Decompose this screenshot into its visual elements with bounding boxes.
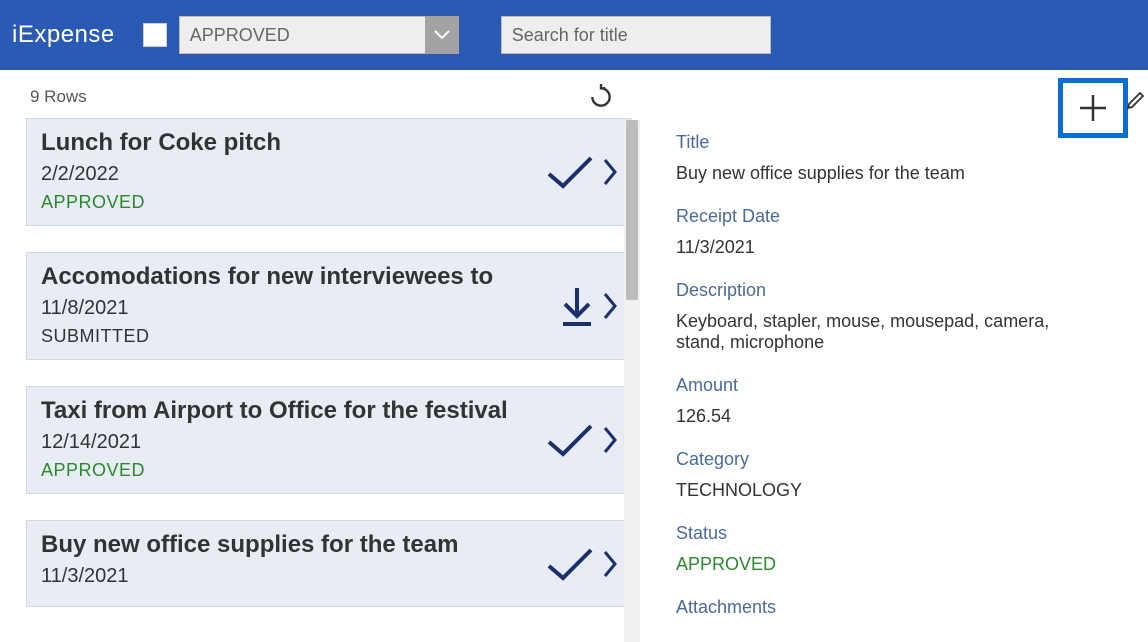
add-button[interactable] bbox=[1058, 78, 1128, 138]
expense-row[interactable]: Lunch for Coke pitch 2/2/2022 APPROVED bbox=[26, 118, 632, 226]
refresh-icon[interactable] bbox=[588, 84, 614, 110]
expense-row-date: 12/14/2021 bbox=[41, 431, 617, 454]
chevron-down-icon[interactable] bbox=[425, 16, 459, 54]
chevron-right-icon[interactable] bbox=[601, 286, 621, 326]
detail-body: Title Buy new office supplies for the te… bbox=[676, 70, 1128, 618]
approved-filter-checkbox[interactable] bbox=[143, 23, 167, 47]
expense-list: Lunch for Coke pitch 2/2/2022 APPROVED A… bbox=[0, 118, 640, 607]
expense-row-title: Taxi from Airport to Office for the fest… bbox=[41, 397, 617, 425]
expense-row[interactable]: Accomodations for new interviewees to 11… bbox=[26, 252, 632, 360]
expense-list-pane: 9 Rows Lunch for Coke pitch 2/2/2022 APP… bbox=[0, 70, 640, 642]
field-value-category: TECHNOLOGY bbox=[676, 480, 1056, 501]
expense-row-date: 11/3/2021 bbox=[41, 565, 617, 588]
field-label-receipt-date: Receipt Date bbox=[676, 206, 1128, 227]
chevron-right-icon[interactable] bbox=[601, 152, 621, 192]
field-label-attachments: Attachments bbox=[676, 597, 1128, 618]
expense-row-actions bbox=[543, 152, 621, 192]
field-label-description: Description bbox=[676, 280, 1128, 301]
app-header: iExpense APPROVED bbox=[0, 0, 1148, 70]
expense-row-title: Accomodations for new interviewees to bbox=[41, 263, 617, 291]
check-icon bbox=[543, 420, 597, 460]
download-icon bbox=[557, 284, 597, 328]
expense-row-actions bbox=[543, 420, 621, 460]
field-value-title: Buy new office supplies for the team bbox=[676, 163, 1056, 184]
expense-row-title: Lunch for Coke pitch bbox=[41, 129, 617, 157]
expense-row[interactable]: Taxi from Airport to Office for the fest… bbox=[26, 386, 632, 494]
expense-row-status: SUBMITTED bbox=[41, 326, 617, 347]
expense-row-date: 11/8/2021 bbox=[41, 297, 617, 320]
check-icon bbox=[543, 152, 597, 192]
expense-row-date: 2/2/2022 bbox=[41, 163, 617, 186]
plus-icon bbox=[1076, 91, 1110, 125]
edit-icon[interactable] bbox=[1126, 88, 1148, 110]
expense-row-actions bbox=[543, 544, 621, 584]
expense-row[interactable]: Buy new office supplies for the team 11/… bbox=[26, 520, 632, 607]
expense-row-status: APPROVED bbox=[41, 460, 617, 481]
list-scrollbar[interactable] bbox=[624, 120, 640, 642]
status-filter-select[interactable]: APPROVED bbox=[179, 16, 459, 54]
chevron-right-icon[interactable] bbox=[601, 420, 621, 460]
field-value-amount: 126.54 bbox=[676, 406, 1056, 427]
expense-row-status: APPROVED bbox=[41, 192, 617, 213]
detail-pane: Title Buy new office supplies for the te… bbox=[640, 70, 1148, 642]
field-value-receipt-date: 11/3/2021 bbox=[676, 237, 1056, 258]
field-label-category: Category bbox=[676, 449, 1128, 470]
field-value-status: APPROVED bbox=[676, 554, 1056, 575]
content-area: 9 Rows Lunch for Coke pitch 2/2/2022 APP… bbox=[0, 70, 1148, 642]
status-filter-value: APPROVED bbox=[179, 16, 425, 54]
field-label-status: Status bbox=[676, 523, 1128, 544]
field-value-description: Keyboard, stapler, mouse, mousepad, came… bbox=[676, 311, 1056, 353]
rows-count-label: 9 Rows bbox=[30, 87, 87, 107]
app-title: iExpense bbox=[12, 21, 115, 49]
expense-row-title: Buy new office supplies for the team bbox=[41, 531, 617, 559]
check-icon bbox=[543, 544, 597, 584]
scroll-thumb[interactable] bbox=[626, 120, 638, 300]
field-label-amount: Amount bbox=[676, 375, 1128, 396]
search-input[interactable] bbox=[501, 16, 771, 54]
expense-row-actions bbox=[557, 284, 621, 328]
rows-header: 9 Rows bbox=[0, 70, 640, 118]
chevron-right-icon[interactable] bbox=[601, 544, 621, 584]
